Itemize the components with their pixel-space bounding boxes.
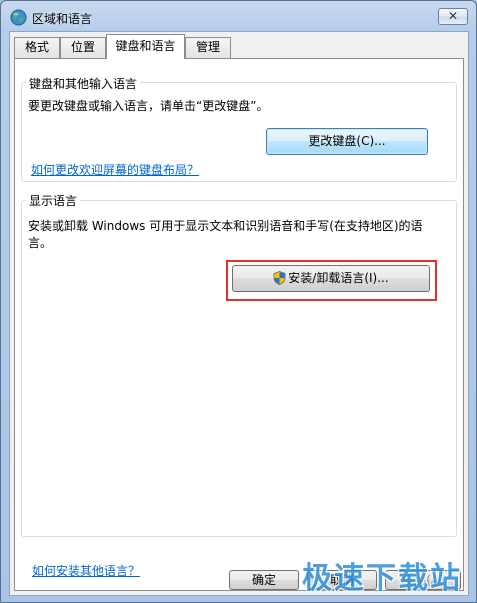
tab-keyboards-languages[interactable]: 键盘和语言 [106,34,185,59]
dialog-client-area: 格式 位置 键盘和语言 管理 键盘和其他输入语言 要更改键盘或输入语言，请单击“… [9,31,469,596]
keyboard-group-title: 键盘和其他输入语言 [26,75,141,92]
dialog-window: 区域和语言 ✕ 格式 位置 键盘和语言 管理 键盘和其他输入语言 要更改键盘或输… [0,0,477,603]
tab-location[interactable]: 位置 [60,37,106,58]
display-language-description-line2: 言。 [28,236,53,250]
keyboard-description: 要更改键盘或输入语言，请单击“更改键盘”。 [28,99,269,113]
globe-icon [10,9,27,26]
welcome-screen-keyboard-link[interactable]: 如何更改欢迎屏幕的键盘布局？ [31,161,199,178]
tab-panel: 键盘和其他输入语言 要更改键盘或输入语言，请单击“更改键盘”。 更改键盘(C).… [14,58,464,591]
display-language-group-title: 显示语言 [26,192,81,209]
window-title: 区域和语言 [32,12,93,26]
tab-formats[interactable]: 格式 [14,37,60,58]
change-keyboard-button[interactable]: 更改键盘(C)... [266,128,428,155]
uac-shield-icon [273,271,286,285]
title-bar[interactable]: 区域和语言 ✕ [1,1,476,31]
install-button-label: 安装/卸载语言(I)... [288,271,389,285]
close-button[interactable]: ✕ [438,8,468,25]
display-language-group [21,200,457,537]
install-uninstall-languages-button[interactable]: 安装/卸载语言(I)... [232,265,430,292]
display-language-description-line1: 安装或卸载 Windows 可用于显示文本和识别语音和手写(在支持地区)的语 [28,219,423,233]
site-watermark: 极速下载站 [302,561,462,596]
install-other-languages-link[interactable]: 如何安装其他语言？ [32,562,140,579]
tab-administrative[interactable]: 管理 [185,37,231,58]
ok-button[interactable]: 确定 [229,570,299,590]
